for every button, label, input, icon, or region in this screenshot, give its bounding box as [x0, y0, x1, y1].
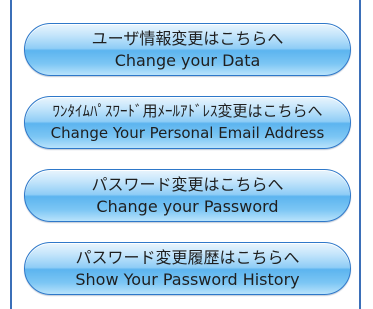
button-label-english: Change your Data — [114, 51, 261, 70]
button-label-japanese: パスワード変更はこちらへ — [91, 175, 284, 194]
button-label-japanese: パスワード変更履歴はこちらへ — [75, 248, 300, 267]
change-user-data-button[interactable]: ユーザ情報変更はこちらへ Change your Data — [24, 23, 351, 76]
button-label-english: Change Your Personal Email Address — [50, 124, 325, 142]
password-history-button[interactable]: パスワード変更履歴はこちらへ Show Your Password Histor… — [24, 242, 351, 295]
change-email-address-button[interactable]: ﾜﾝﾀｲﾑﾊﾟｽﾜｰﾄﾞ用ﾒｰﾙｱﾄﾞﾚｽ変更はこちらへ Change Your… — [24, 96, 351, 149]
menu-panel: ユーザ情報変更はこちらへ Change your Data ﾜﾝﾀｲﾑﾊﾟｽﾜｰ… — [10, 0, 361, 309]
button-label-japanese: ユーザ情報変更はこちらへ — [91, 29, 284, 48]
change-password-button[interactable]: パスワード変更はこちらへ Change your Password — [24, 169, 351, 222]
button-label-english: Show Your Password History — [75, 270, 300, 289]
button-label-english: Change your Password — [96, 197, 279, 216]
button-label-japanese: ﾜﾝﾀｲﾑﾊﾟｽﾜｰﾄﾞ用ﾒｰﾙｱﾄﾞﾚｽ変更はこちらへ — [52, 102, 323, 120]
